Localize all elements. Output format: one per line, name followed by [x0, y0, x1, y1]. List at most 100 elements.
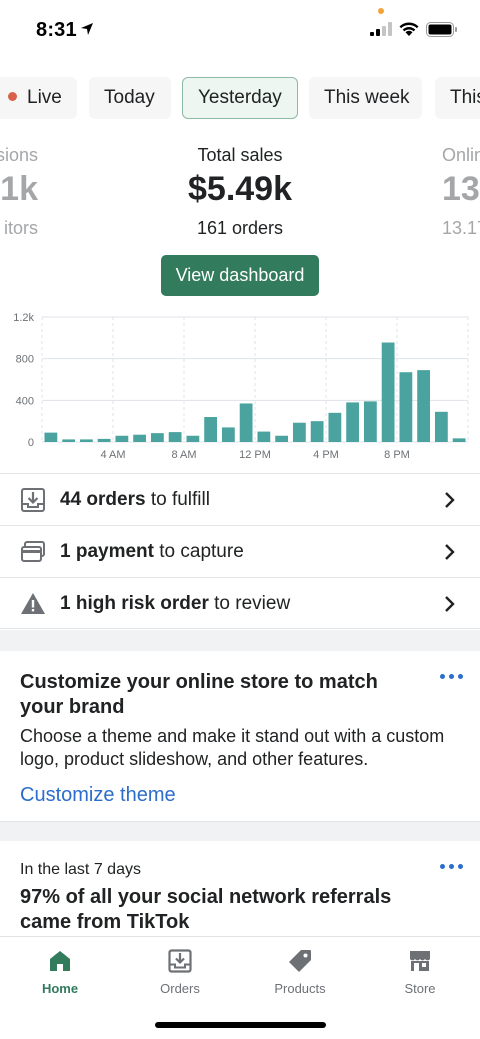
high-risk-order-count: 1 high risk order — [60, 593, 209, 614]
home-indicator — [155, 1022, 326, 1028]
nav-orders[interactable]: Orders — [120, 937, 240, 1007]
tab-today[interactable]: Today — [89, 77, 171, 119]
chart-bar — [310, 421, 324, 442]
view-dashboard-button[interactable]: View dashboard — [161, 255, 319, 296]
nav-orders-label: Orders — [160, 981, 200, 996]
high-risk-order-text: 1 high risk order to review — [60, 593, 290, 615]
capture-payment-count: 1 payment — [60, 541, 154, 562]
fulfill-orders-text: 44 orders to fulfill — [60, 489, 210, 511]
metric-online-label: Onlin — [442, 145, 480, 165]
section-divider — [0, 821, 480, 841]
cellular-signal-icon — [370, 22, 392, 36]
status-time: 8:31 — [36, 19, 77, 41]
nav-store[interactable]: Store — [360, 937, 480, 1007]
tab-this-week[interactable]: This week — [309, 77, 422, 119]
chevron-right-icon — [445, 544, 455, 560]
nav-home-label: Home — [41, 981, 79, 996]
nav-home[interactable]: Home — [0, 937, 120, 1007]
chart-bar — [363, 401, 377, 442]
location-arrow-icon — [81, 23, 93, 35]
action-list: 44 orders to fulfill 1 payment to captur… — [0, 473, 480, 629]
fulfill-orders-row[interactable]: 44 orders to fulfill — [0, 473, 480, 525]
x-tick-label: 4 AM — [100, 449, 125, 461]
social-referrals-card: In the last 7 days 97% of all your socia… — [0, 841, 480, 936]
tab-live-label: Live — [27, 87, 62, 108]
y-tick-label: 400 — [16, 395, 34, 407]
privacy-indicator-dot — [378, 8, 384, 14]
chart-bar — [434, 411, 448, 442]
more-options-icon[interactable] — [440, 861, 464, 873]
chart-bar — [417, 370, 431, 442]
section-divider — [0, 630, 480, 651]
tab-today-label: Today — [104, 87, 155, 108]
capture-payment-row[interactable]: 1 payment to capture — [0, 525, 480, 577]
tab-live[interactable]: Live — [0, 77, 77, 119]
fulfill-orders-suffix: to fulfill — [145, 489, 210, 510]
insight-period-label: In the last 7 days — [20, 861, 141, 878]
y-tick-label: 0 — [28, 437, 34, 449]
metric-orders-count: 161 orders — [196, 218, 284, 238]
customize-theme-link[interactable]: Customize theme — [20, 784, 176, 807]
tab-yesterday-label: Yesterday — [198, 87, 282, 108]
tag-icon — [289, 950, 311, 972]
high-risk-order-row[interactable]: 1 high risk order to review — [0, 577, 480, 629]
high-risk-order-suffix: to review — [208, 593, 291, 614]
chart-bar — [150, 433, 164, 442]
y-tick-label: 800 — [16, 354, 34, 366]
chart-bar — [452, 438, 466, 442]
chart-bar — [328, 412, 342, 442]
chevron-right-icon — [445, 492, 455, 508]
chart-bar — [292, 422, 306, 442]
metric-online-sub: 13.17 — [442, 218, 480, 238]
warning-icon — [21, 593, 45, 614]
wifi-icon — [399, 22, 419, 36]
sales-bar-chart: 0 400 800 1.2k 4 AM 8 AM 12 PM 4 PM 8 PM — [0, 305, 480, 470]
nav-products[interactable]: Products — [240, 937, 360, 1007]
store-icon — [410, 951, 430, 971]
chart-bar — [221, 427, 235, 442]
insight-title: 97% of all your social network referrals… — [20, 886, 392, 933]
chart-bar — [381, 342, 395, 442]
x-tick-label: 12 PM — [239, 449, 271, 461]
nav-products-label: Products — [274, 981, 326, 996]
y-tick-label: 1.2k — [13, 312, 34, 324]
date-range-tabs: Live Today Yesterday This week This — [0, 77, 480, 119]
sales-chart-svg: 0 400 800 1.2k 4 AM 8 AM 12 PM 4 PM 8 PM — [13, 312, 469, 461]
live-indicator-icon — [8, 92, 17, 101]
chart-bar — [44, 432, 58, 442]
metric-online-value: 13 — [442, 170, 480, 208]
x-tick-label: 8 PM — [384, 449, 410, 461]
battery-icon — [426, 22, 457, 37]
orders-icon — [168, 949, 192, 973]
chart-bar — [275, 435, 289, 442]
chart-bar — [346, 402, 360, 442]
tab-this-month-label: This — [450, 87, 480, 108]
metric-total-sales-value: $5.49k — [188, 170, 292, 208]
tab-this-month[interactable]: This — [435, 77, 480, 119]
capture-payment-suffix: to capture — [153, 541, 244, 562]
x-tick-label: 8 AM — [171, 449, 196, 461]
chart-bar — [257, 431, 271, 442]
chart-bar — [115, 435, 129, 442]
chart-bar — [186, 435, 200, 442]
chart-bar — [62, 439, 76, 442]
more-options-icon[interactable] — [440, 671, 464, 683]
home-icon — [50, 951, 70, 971]
chart-bar — [79, 439, 93, 442]
chart-bar — [239, 403, 253, 442]
tab-yesterday[interactable]: Yesterday — [182, 77, 298, 119]
download-tray-icon — [21, 488, 45, 512]
chart-bar — [168, 432, 182, 442]
chart-bar — [133, 434, 147, 442]
tab-this-week-label: This week — [324, 87, 410, 108]
chart-bar — [97, 438, 111, 442]
metrics-carousel[interactable]: sions 1k itors Total sales $5.49k 161 or… — [0, 140, 480, 240]
credit-card-icon — [21, 541, 45, 562]
customize-card-title: Customize your online store to match you… — [20, 671, 378, 718]
chart-bar — [399, 372, 413, 442]
capture-payment-text: 1 payment to capture — [60, 541, 244, 563]
chart-bar — [204, 417, 218, 442]
customize-card-description: Choose a theme and make it stand out wit… — [20, 726, 445, 769]
fulfill-orders-count: 44 orders — [60, 489, 146, 510]
x-tick-label: 4 PM — [313, 449, 339, 461]
